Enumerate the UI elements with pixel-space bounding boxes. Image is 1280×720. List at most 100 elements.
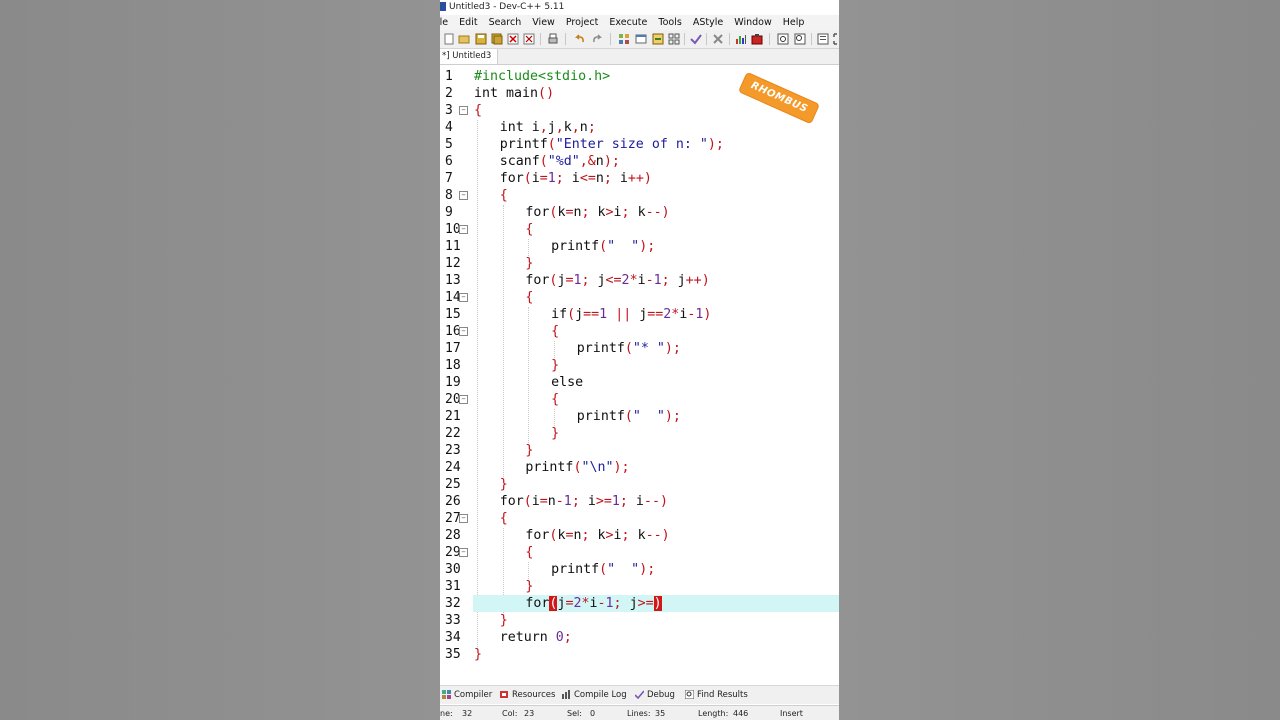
tab-compiler[interactable]: Compiler	[442, 686, 492, 704]
close-file-icon[interactable]	[507, 33, 519, 45]
menu-view[interactable]: View	[532, 15, 555, 30]
undo-icon[interactable]	[574, 33, 586, 45]
code-line[interactable]: 33}	[440, 612, 839, 629]
line-number: 28	[445, 528, 461, 543]
code-text: }	[525, 443, 534, 458]
window-list-icon[interactable]	[817, 33, 829, 45]
tab-resources[interactable]: Resources	[500, 686, 555, 704]
code-text: {	[499, 511, 508, 526]
code-line[interactable]: 34 return 0;	[440, 629, 839, 646]
close-all-icon[interactable]	[523, 33, 535, 45]
indent-icon[interactable]	[618, 33, 630, 45]
code-line[interactable]: 10−{	[440, 221, 839, 238]
open-file-icon[interactable]	[458, 33, 470, 45]
code-line[interactable]: 21 printf(" ");	[440, 408, 839, 425]
code-line[interactable]: 35}	[440, 646, 839, 663]
code-line[interactable]: 17 printf("* ");	[440, 340, 839, 357]
code-line[interactable]: 26 for(i=n-1; i>=1; i--)	[440, 493, 839, 510]
status-bar: ne: 32 Col: 23 Sel: 0 Lines: 35 Length: …	[440, 705, 839, 720]
code-line[interactable]: 24 printf("\n");	[440, 459, 839, 476]
line-number: 11	[445, 239, 461, 254]
line-number: 35	[445, 647, 461, 662]
toggle-comment-icon[interactable]	[652, 33, 664, 45]
menu-file[interactable]: ile	[440, 15, 448, 30]
code-line[interactable]: 20−{	[440, 391, 839, 408]
code-line[interactable]: 31}	[440, 578, 839, 595]
code-text: for(i=n-1; i>=1; i--)	[499, 494, 668, 509]
code-line[interactable]: 5 printf("Enter size of n: ");	[440, 136, 839, 153]
code-line[interactable]: 6 scanf("%d",&n);	[440, 153, 839, 170]
menu-edit[interactable]: Edit	[459, 15, 477, 30]
print-icon[interactable]	[547, 33, 559, 45]
menu-tools[interactable]: Tools	[658, 15, 681, 30]
status-col-label: Col:	[502, 709, 518, 718]
find-replace-icon[interactable]	[794, 33, 806, 45]
tab-debug[interactable]: Debug	[635, 686, 675, 704]
line-number: 23	[445, 443, 461, 458]
redo-icon[interactable]	[591, 33, 603, 45]
code-line[interactable]: 14−{	[440, 289, 839, 306]
code-line[interactable]: 29−{	[440, 544, 839, 561]
save-all-icon[interactable]	[491, 33, 503, 45]
code-line[interactable]: 23}	[440, 442, 839, 459]
menu-help[interactable]: Help	[783, 15, 805, 30]
code-line[interactable]: 13 for(j=1; j<=2*i-1; j++)	[440, 272, 839, 289]
code-line[interactable]: 8−{	[440, 187, 839, 204]
new-file-icon[interactable]	[443, 33, 455, 45]
stop-icon[interactable]	[712, 33, 724, 45]
code-text: {	[474, 103, 483, 118]
code-line[interactable]: 1 #include<stdio.h>	[440, 68, 839, 85]
tab-untitled3[interactable]: *] Untitled3	[440, 49, 499, 64]
bookmark-icon[interactable]	[668, 33, 680, 45]
code-line[interactable]: 12}	[440, 255, 839, 272]
save-icon[interactable]	[475, 33, 487, 45]
chart-icon[interactable]	[735, 33, 747, 45]
menu-project[interactable]: Project	[566, 15, 599, 30]
menu-execute[interactable]: Execute	[609, 15, 647, 30]
code-line[interactable]: 19 else	[440, 374, 839, 391]
compile-check-icon[interactable]	[690, 33, 702, 45]
find-icon[interactable]	[777, 33, 789, 45]
tab-compile-log[interactable]: Compile Log	[562, 686, 627, 704]
fold-toggle-icon[interactable]: −	[459, 191, 468, 200]
code-line[interactable]: 16−{	[440, 323, 839, 340]
fold-toggle-icon[interactable]: −	[459, 548, 468, 557]
fold-toggle-icon[interactable]: −	[459, 106, 468, 115]
toolbar-separator	[729, 33, 730, 45]
code-text: printf(" ");	[576, 409, 681, 424]
line-number: 32	[445, 596, 461, 611]
code-text: int main()	[474, 86, 555, 101]
fold-toggle-icon[interactable]: −	[459, 327, 468, 336]
code-line[interactable]: 9 for(k=n; k>i; k--)	[440, 204, 839, 221]
fullscreen-icon[interactable]	[833, 33, 839, 45]
code-text: }	[499, 477, 508, 492]
code-text: }	[474, 647, 483, 662]
code-line[interactable]: 15 if(j==1 || j==2*i-1)	[440, 306, 839, 323]
debug-icon[interactable]	[751, 33, 763, 45]
fold-toggle-icon[interactable]: −	[459, 395, 468, 404]
code-line[interactable]: 4 int i,j,k,n;	[440, 119, 839, 136]
code-editor[interactable]: 1 #include<stdio.h> 2 int main() 3−{4 int i,j…	[440, 65, 839, 685]
tab-resources-label: Resources	[512, 690, 556, 700]
title-bar: Untitled3 - Dev-C++ 5.11	[440, 0, 839, 15]
tab-find-results[interactable]: Find Results	[685, 686, 748, 704]
menu-search[interactable]: Search	[489, 15, 522, 30]
fold-toggle-icon[interactable]: −	[459, 293, 468, 302]
line-number: 26	[445, 494, 461, 509]
code-line[interactable]: 25}	[440, 476, 839, 493]
code-line[interactable]: 28 for(k=n; k>i; k--)	[440, 527, 839, 544]
code-line[interactable]: 11 printf(" ");	[440, 238, 839, 255]
fold-toggle-icon[interactable]: −	[459, 225, 468, 234]
menu-window[interactable]: Window	[734, 15, 771, 30]
menu-astyle[interactable]: AStyle	[693, 15, 723, 30]
code-line[interactable]: 18}	[440, 357, 839, 374]
code-line[interactable]: 22}	[440, 425, 839, 442]
code-line[interactable]: 30 printf(" ");	[440, 561, 839, 578]
code-line[interactable]: 7 for(i=1; i<=n; i++)	[440, 170, 839, 187]
unindent-icon[interactable]	[635, 33, 647, 45]
fold-toggle-icon[interactable]: −	[459, 514, 468, 523]
line-number: 30	[445, 562, 461, 577]
code-line[interactable]: 32 for(j=2*i-1; j>=)	[440, 595, 839, 612]
code-text: }	[525, 579, 534, 594]
code-line[interactable]: 27−{	[440, 510, 839, 527]
